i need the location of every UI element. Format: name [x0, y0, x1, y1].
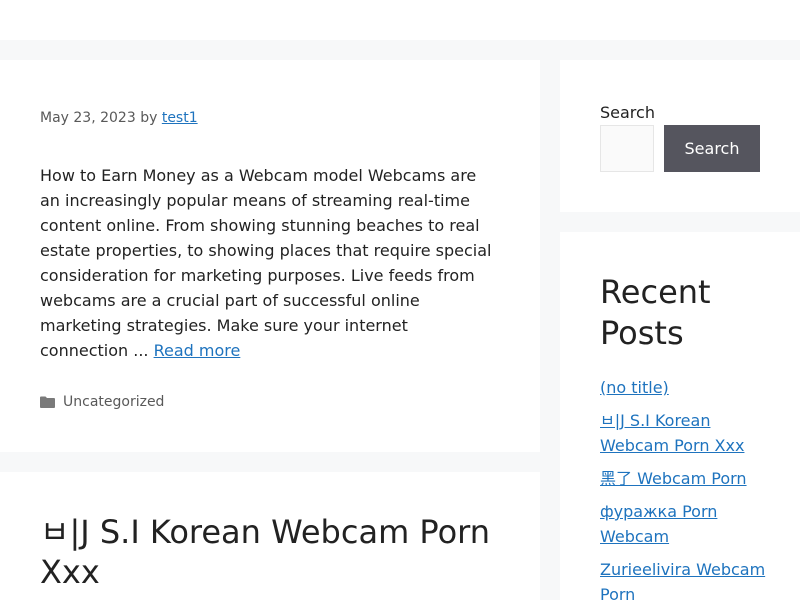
post-card: ㅂ|J S.I Korean Webcam Porn Xxx — [0, 472, 540, 600]
summary-text: How to Earn Money as a Webcam model Webc… — [40, 166, 492, 360]
search-label: Search — [600, 103, 655, 122]
post-summary: How to Earn Money as a Webcam model Webc… — [40, 163, 500, 363]
list-item: ㅂ|J S.I Korean Webcam Porn Xxx — [600, 408, 770, 458]
folder-icon — [40, 396, 55, 408]
list-item: (no title) — [600, 375, 770, 400]
recent-posts-list: (no title) ㅂ|J S.I Korean Webcam Porn Xx… — [600, 375, 770, 600]
author-link[interactable]: test1 — [162, 110, 198, 126]
post-title[interactable]: ㅂ|J S.I Korean Webcam Porn Xxx — [40, 512, 500, 592]
recent-post-link[interactable]: фуражка Porn Webcam — [600, 502, 717, 546]
list-item: фуражка Porn Webcam — [600, 499, 770, 549]
recent-post-link[interactable]: 黑了 Webcam Porn — [600, 469, 747, 488]
by-label: by — [140, 110, 158, 126]
search-widget: Search Search — [560, 60, 800, 212]
recent-posts-widget: Recent Posts (no title) ㅂ|J S.I Korean W… — [560, 232, 800, 600]
search-input[interactable] — [600, 125, 654, 172]
recent-post-link[interactable]: (no title) — [600, 378, 669, 397]
widget-title: Recent Posts — [600, 273, 711, 352]
list-item: Zurieelivira Webcam Porn — [600, 557, 770, 600]
post-date: May 23, 2023 — [40, 110, 136, 126]
read-more-link[interactable]: Read more — [154, 341, 241, 360]
entry-meta: May 23, 2023 by test1 — [40, 108, 198, 128]
site-header — [0, 0, 800, 40]
list-item: 黑了 Webcam Porn — [600, 466, 770, 491]
recent-post-link[interactable]: ㅂ|J S.I Korean Webcam Porn Xxx — [600, 411, 744, 455]
search-button[interactable]: Search — [664, 125, 760, 172]
recent-post-link[interactable]: Zurieelivira Webcam Porn — [600, 560, 765, 600]
post-card: May 23, 2023 by test1 How to Earn Money … — [0, 60, 540, 452]
post-categories: Uncategorized — [40, 392, 164, 412]
category-link[interactable]: Uncategorized — [63, 392, 164, 412]
post-title-text[interactable]: ㅂ|J S.I Korean Webcam Porn Xxx — [40, 513, 490, 591]
